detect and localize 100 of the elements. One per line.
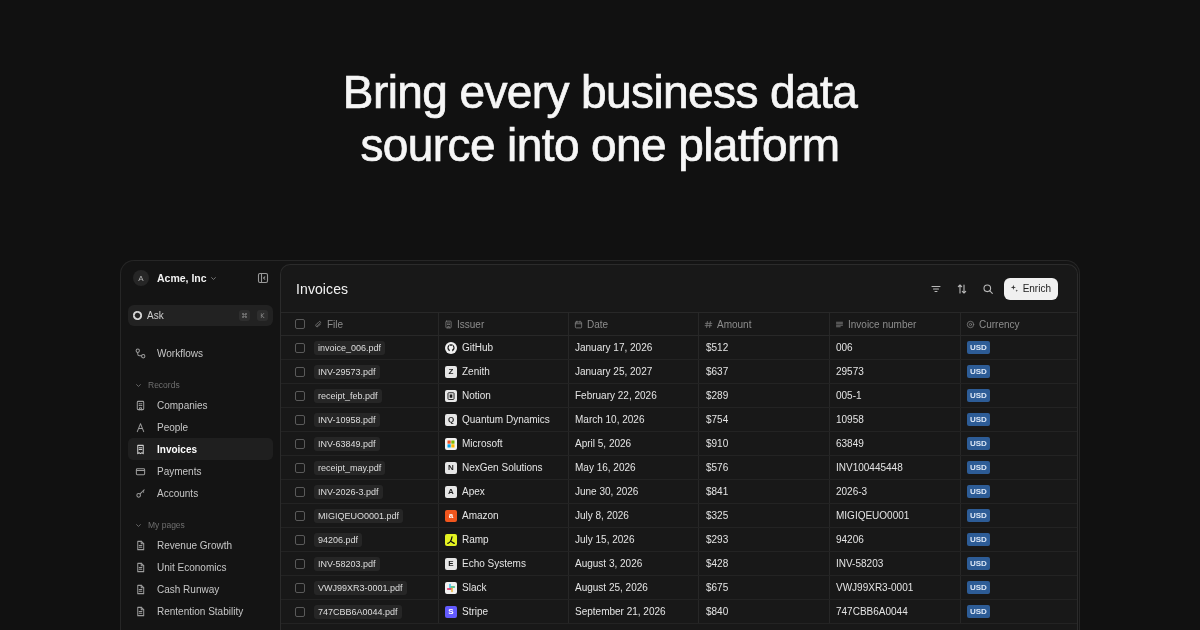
- file-chip[interactable]: 94206.pdf: [314, 532, 363, 547]
- cat-logo-icon: [445, 341, 457, 354]
- page-title: Invoices: [296, 280, 349, 297]
- sidebar-item[interactable]: Cash Runway: [128, 578, 273, 600]
- invoice-number-value: 747CBB6A0044: [836, 606, 908, 617]
- invoice-number-value: INV-58203: [836, 558, 884, 569]
- amount-value: $576: [706, 462, 729, 473]
- currency-badge: USD: [967, 557, 990, 570]
- enrich-button[interactable]: Enrich: [1003, 277, 1058, 300]
- sidebar-item[interactable]: Accounts: [128, 482, 273, 504]
- issuer-name: Echo Systems: [462, 558, 526, 569]
- file-chip[interactable]: VWJ99XR3-0001.pdf: [314, 580, 407, 595]
- row-checkbox[interactable]: [295, 510, 305, 521]
- sidebar-item[interactable]: Workflows: [128, 342, 273, 364]
- circle-dot-icon: [966, 319, 975, 329]
- row-checkbox[interactable]: [295, 462, 305, 473]
- row-checkbox[interactable]: [295, 582, 305, 593]
- currency-badge: USD: [967, 413, 990, 426]
- document-icon: [135, 605, 146, 617]
- text-lines-icon: [835, 319, 844, 329]
- date-value: March 10, 2026: [575, 414, 645, 425]
- select-all-checkbox[interactable]: [295, 319, 305, 329]
- sort-icon: [955, 282, 968, 295]
- file-chip[interactable]: 747CBB6A0044.pdf: [314, 604, 402, 619]
- column-header[interactable]: Currency: [979, 318, 1020, 330]
- file-chip[interactable]: MIGIQEUO0001.pdf: [314, 508, 404, 523]
- amount-value: $428: [706, 558, 729, 569]
- row-checkbox[interactable]: [295, 486, 305, 497]
- sparkle-icon: [1009, 284, 1019, 293]
- boxed-logo-icon: [445, 389, 457, 402]
- key-icon: [135, 487, 146, 499]
- date-value: January 25, 2027: [575, 366, 653, 377]
- file-chip[interactable]: INV-10958.pdf: [314, 412, 380, 427]
- sidebar-item[interactable]: Companies: [128, 394, 273, 416]
- currency-badge: USD: [967, 533, 990, 546]
- row-checkbox[interactable]: [295, 342, 305, 353]
- sidebar-item[interactable]: Rentention Stability: [128, 600, 273, 622]
- document-icon: [135, 539, 146, 551]
- date-value: February 22, 2026: [575, 390, 657, 401]
- date-value: July 8, 2026: [575, 510, 629, 521]
- sidebar-item[interactable]: People: [128, 416, 273, 438]
- angle-logo-icon: [445, 533, 457, 546]
- file-chip[interactable]: receipt_feb.pdf: [314, 388, 382, 403]
- date-value: April 5, 2026: [575, 438, 632, 449]
- sidebar-item[interactable]: Invoices: [128, 438, 273, 460]
- row-checkbox[interactable]: [295, 558, 305, 569]
- card-icon: [135, 465, 146, 477]
- file-chip[interactable]: INV-58203.pdf: [314, 556, 380, 571]
- headline: Bring every business data source into one platform: [341, 66, 859, 172]
- row-checkbox[interactable]: [295, 534, 305, 545]
- date-value: August 3, 2026: [575, 558, 643, 569]
- sidebar-item[interactable]: Payments: [128, 460, 273, 482]
- issuer-logo: E: [445, 557, 457, 570]
- currency-badge: USD: [967, 581, 990, 594]
- invoice-number-value: MIGIQEUO0001: [836, 510, 910, 521]
- sidebar-item[interactable]: Unit Economics: [128, 556, 273, 578]
- column-header[interactable]: Invoice number: [848, 318, 917, 330]
- invoice-number-value: 006: [836, 342, 853, 353]
- document-icon: [135, 561, 146, 573]
- file-chip[interactable]: INV-2026-3.pdf: [314, 484, 383, 499]
- workspace-avatar[interactable]: A: [133, 270, 149, 286]
- building-icon: [135, 399, 146, 411]
- amount-value: $512: [706, 342, 729, 353]
- building-icon: [444, 319, 453, 329]
- column-header[interactable]: Issuer: [457, 318, 485, 330]
- hash-icon: [704, 319, 713, 329]
- file-chip[interactable]: invoice_006.pdf: [314, 340, 386, 355]
- currency-badge: USD: [967, 461, 990, 474]
- invoice-number-value: 63849: [836, 438, 864, 449]
- row-checkbox[interactable]: [295, 390, 305, 401]
- amount-value: $910: [706, 438, 729, 449]
- sidebar-item[interactable]: Revenue Growth: [128, 534, 273, 556]
- section-header[interactable]: My pages: [128, 516, 273, 534]
- issuer-name: Slack: [462, 582, 487, 593]
- invoice-number-value: INV100445448: [836, 462, 903, 473]
- four-squares-icon: [445, 437, 457, 450]
- file-chip[interactable]: INV-29573.pdf: [314, 364, 380, 379]
- invoice-number-value: 10958: [836, 414, 864, 425]
- column-header[interactable]: File: [327, 318, 344, 330]
- paperclip-icon: [314, 319, 323, 329]
- amount-value: $840: [706, 606, 729, 617]
- calendar-icon: [574, 319, 583, 329]
- file-chip[interactable]: receipt_may.pdf: [314, 460, 386, 475]
- sidebar-toggle-button[interactable]: [257, 272, 269, 284]
- workspace-name[interactable]: Acme, Inc: [157, 272, 207, 284]
- invoice-number-value: 2026-3: [836, 486, 868, 497]
- amount-value: $637: [706, 366, 729, 377]
- issuer-name: Ramp: [462, 534, 489, 545]
- column-header[interactable]: Amount: [717, 318, 752, 330]
- row-checkbox[interactable]: [295, 606, 305, 617]
- date-value: January 17, 2026: [575, 342, 653, 353]
- row-checkbox[interactable]: [295, 438, 305, 449]
- section-header[interactable]: Records: [128, 376, 273, 394]
- issuer-name: Quantum Dynamics: [462, 414, 550, 425]
- column-header[interactable]: Date: [587, 318, 609, 330]
- row-checkbox[interactable]: [295, 366, 305, 377]
- file-chip[interactable]: INV-63849.pdf: [314, 436, 380, 451]
- issuer-logo: Q: [445, 413, 457, 426]
- issuer-name: Stripe: [462, 606, 489, 617]
- row-checkbox[interactable]: [295, 414, 305, 425]
